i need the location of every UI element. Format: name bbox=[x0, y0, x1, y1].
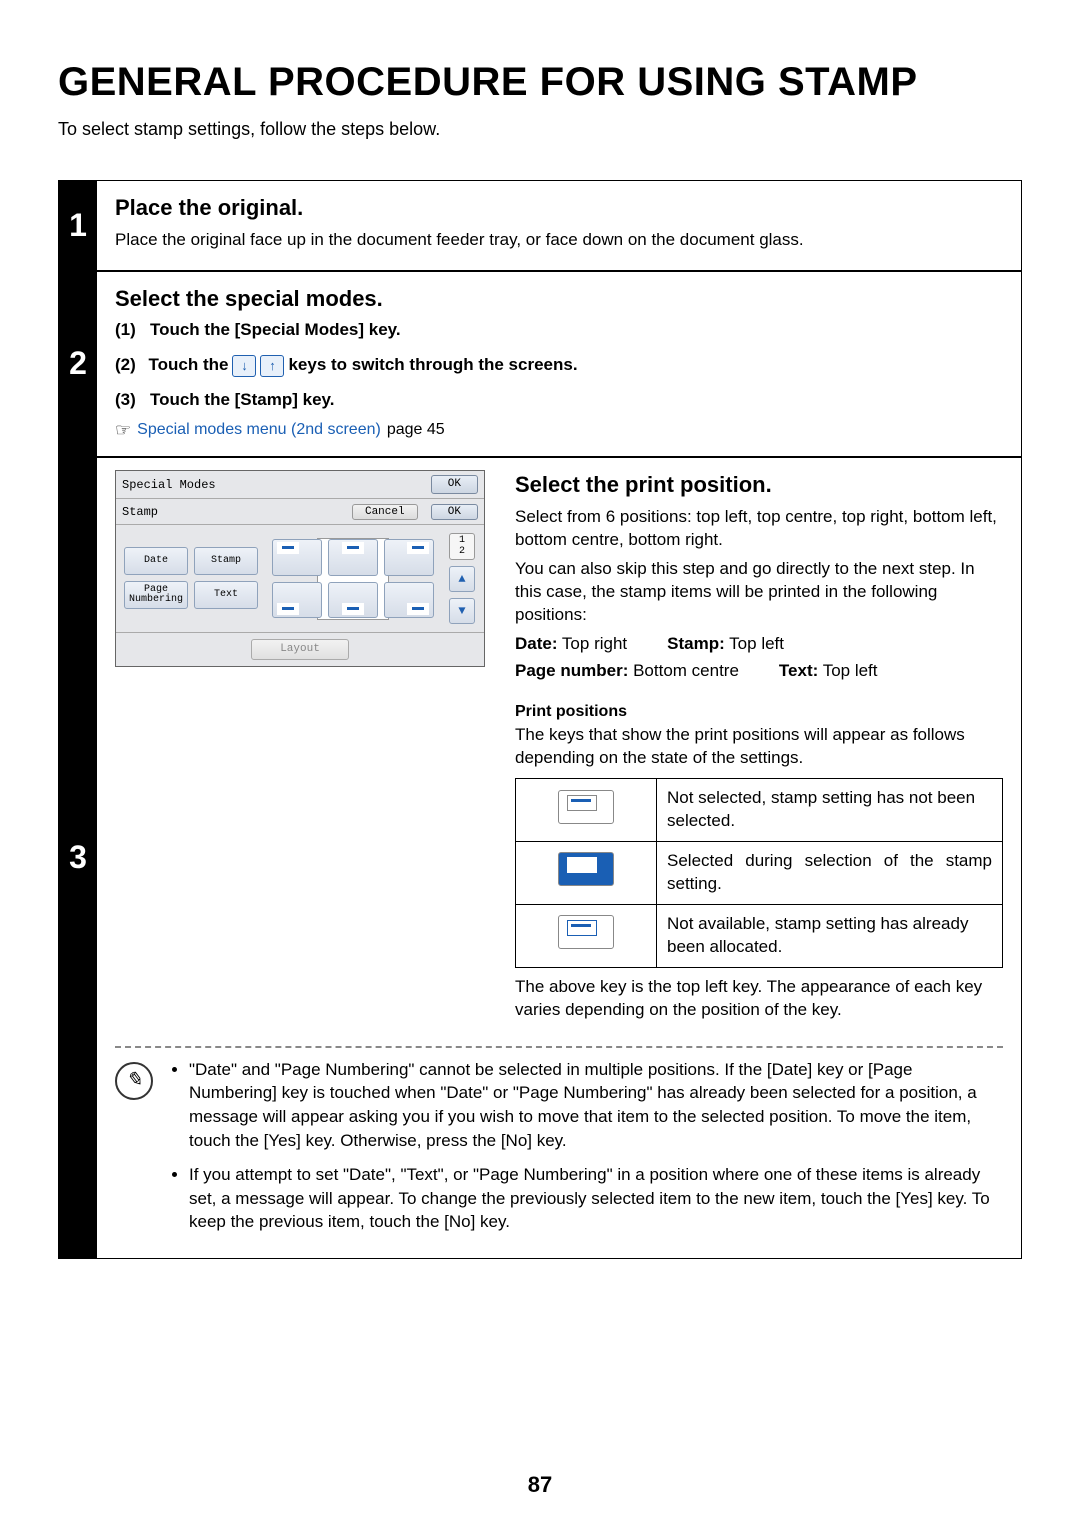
date-button[interactable]: Date bbox=[124, 547, 188, 575]
sub-label: (1) bbox=[115, 320, 136, 339]
layout-button[interactable]: Layout bbox=[251, 639, 349, 660]
sub-label: (2) bbox=[115, 354, 136, 377]
note-icon: ✎ bbox=[115, 1062, 153, 1100]
position-bottom-centre[interactable] bbox=[328, 582, 378, 619]
step-3: 3 Special Modes OK Stamp bbox=[59, 456, 1021, 1258]
position-top-centre[interactable] bbox=[328, 539, 378, 576]
list-item: If you attempt to set "Date", "Text", or… bbox=[189, 1163, 1003, 1234]
cancel-button[interactable]: Cancel bbox=[352, 504, 418, 520]
sub-label: (3) bbox=[115, 390, 136, 409]
key-desc-selected: Selected during selection of the stamp s… bbox=[657, 842, 1003, 905]
unselected-key-icon bbox=[558, 790, 614, 824]
step-1: 1 Place the original. Place the original… bbox=[59, 181, 1021, 270]
key-desc-unselected: Not selected, stamp setting has not been… bbox=[657, 779, 1003, 842]
page-up-button[interactable]: ▲ bbox=[449, 566, 475, 592]
page-down-button[interactable]: ▼ bbox=[449, 598, 475, 624]
step-3-text-column: Select the print position. Select from 6… bbox=[515, 470, 1003, 1027]
step-1-text: Place the original face up in the docume… bbox=[115, 229, 1003, 252]
page-numbering-button[interactable]: Page Numbering bbox=[124, 581, 188, 609]
steps-container: 1 Place the original. Place the original… bbox=[58, 180, 1022, 1259]
down-arrow-icon: ↓ bbox=[232, 355, 256, 377]
pointer-icon: ☞ bbox=[115, 418, 131, 442]
step-number: 1 bbox=[69, 207, 87, 244]
reference-row: ☞ Special modes menu (2nd screen) page 4… bbox=[115, 418, 1003, 442]
touchscreen-figure: Special Modes OK Stamp Cancel OK bbox=[115, 470, 485, 667]
after-table-text: The above key is the top left key. The a… bbox=[515, 976, 1003, 1022]
step-2-sub-1: (1) Touch the [Special Modes] key. bbox=[115, 319, 1003, 342]
sub-text-a: Touch the bbox=[149, 354, 229, 377]
position-top-left[interactable] bbox=[272, 539, 322, 576]
table-row: Not available, stamp setting has already… bbox=[516, 904, 1003, 967]
step-3-para-2: You can also skip this step and go direc… bbox=[515, 558, 1003, 627]
stamp-button[interactable]: Stamp bbox=[194, 547, 258, 575]
ok-button[interactable]: OK bbox=[431, 475, 478, 494]
step-number-cell: 3 bbox=[59, 456, 97, 1258]
print-positions-heading: Print positions bbox=[515, 701, 1003, 723]
sub-text: Touch the [Special Modes] key. bbox=[150, 320, 401, 339]
step-2-body: Select the special modes. (1) Touch the … bbox=[97, 270, 1021, 457]
step-number-cell: 2 bbox=[59, 270, 97, 457]
pager-controls: 12 ▲ ▼ bbox=[448, 533, 476, 624]
step-2-heading: Select the special modes. bbox=[115, 284, 1003, 314]
panel-title-stamp: Stamp bbox=[122, 504, 158, 520]
up-arrow-icon: ↑ bbox=[260, 355, 284, 377]
print-positions-description: The keys that show the print positions w… bbox=[515, 724, 1003, 770]
dashed-separator bbox=[115, 1046, 1003, 1048]
position-grid bbox=[268, 533, 438, 624]
step-2-sub-3: (3) Touch the [Stamp] key. bbox=[115, 389, 1003, 412]
unavailable-key-icon bbox=[558, 915, 614, 949]
position-bottom-right[interactable] bbox=[384, 582, 434, 619]
page-title: GENERAL PROCEDURE FOR USING STAMP bbox=[58, 60, 1022, 105]
position-bottom-left[interactable] bbox=[272, 582, 322, 619]
defaults-row-1: Date: Top right Stamp: Top left bbox=[515, 633, 1003, 656]
key-cell-unavailable bbox=[516, 904, 657, 967]
list-item: "Date" and "Page Numbering" cannot be se… bbox=[189, 1058, 1003, 1153]
page-intro-text: To select stamp settings, follow the ste… bbox=[58, 119, 1022, 140]
key-legend-table: Not selected, stamp setting has not been… bbox=[515, 778, 1003, 968]
reference-link[interactable]: Special modes menu (2nd screen) bbox=[137, 419, 381, 441]
key-desc-unavailable: Not available, stamp setting has already… bbox=[657, 904, 1003, 967]
sub-text: Touch the [Stamp] key. bbox=[150, 390, 335, 409]
text-button[interactable]: Text bbox=[194, 581, 258, 609]
step-number: 3 bbox=[69, 839, 87, 876]
touchscreen-panel: Special Modes OK Stamp Cancel OK bbox=[115, 470, 485, 667]
pager-indicator: 12 bbox=[449, 533, 475, 560]
table-row: Selected during selection of the stamp s… bbox=[516, 842, 1003, 905]
stamp-type-buttons: Date Stamp Page Numbering Text bbox=[124, 547, 258, 624]
step-2-sub-2: (2) Touch the ↓ ↑ keys to switch through… bbox=[115, 354, 578, 377]
key-cell-unselected bbox=[516, 779, 657, 842]
step-2: 2 Select the special modes. (1) Touch th… bbox=[59, 270, 1021, 457]
reference-page: page 45 bbox=[387, 419, 445, 441]
step-1-heading: Place the original. bbox=[115, 193, 1003, 223]
panel-title-special-modes: Special Modes bbox=[122, 477, 216, 493]
step-3-body: Special Modes OK Stamp Cancel OK bbox=[97, 456, 1021, 1258]
table-row: Not selected, stamp setting has not been… bbox=[516, 779, 1003, 842]
position-top-right[interactable] bbox=[384, 539, 434, 576]
ok-button[interactable]: OK bbox=[431, 504, 478, 520]
step-3-heading: Select the print position. bbox=[515, 470, 1003, 500]
defaults-row-2: Page number: Bottom centre Text: Top lef… bbox=[515, 660, 1003, 683]
panel-footer: Layout bbox=[116, 632, 484, 666]
page-number: 87 bbox=[0, 1472, 1080, 1498]
key-cell-selected bbox=[516, 842, 657, 905]
sub-text-b: keys to switch through the screens. bbox=[288, 354, 577, 377]
step-3-para-1: Select from 6 positions: top left, top c… bbox=[515, 506, 1003, 552]
panel-header-2: Stamp Cancel OK bbox=[116, 499, 484, 525]
step-1-body: Place the original. Place the original f… bbox=[97, 181, 1021, 270]
panel-main: Date Stamp Page Numbering Text bbox=[116, 525, 484, 632]
manual-page: GENERAL PROCEDURE FOR USING STAMP To sel… bbox=[0, 0, 1080, 1528]
notes-list: "Date" and "Page Numbering" cannot be se… bbox=[171, 1058, 1003, 1245]
notes-block: ✎ "Date" and "Page Numbering" cannot be … bbox=[115, 1058, 1003, 1245]
step-number-cell: 1 bbox=[59, 181, 97, 270]
selected-key-icon bbox=[558, 852, 614, 886]
step-number: 2 bbox=[69, 345, 87, 382]
panel-header-1: Special Modes OK bbox=[116, 471, 484, 499]
